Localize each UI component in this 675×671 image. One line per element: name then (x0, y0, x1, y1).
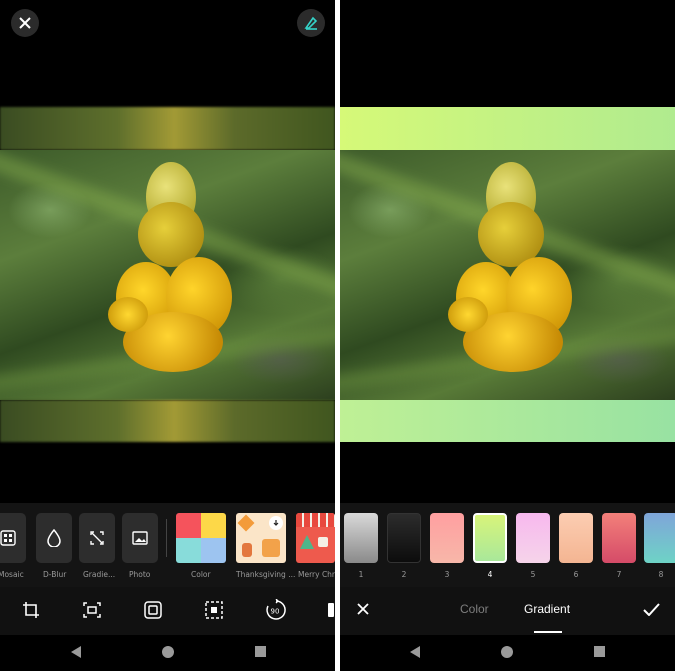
gradient-swatch-1[interactable] (344, 513, 378, 563)
system-nav-bar (340, 635, 675, 671)
crop-icon (23, 602, 39, 618)
nav-home-button[interactable] (160, 644, 176, 660)
more-icon (327, 603, 334, 617)
gradient-swatch-7-label: 7 (616, 570, 622, 579)
download-icon (269, 516, 283, 530)
more-button[interactable] (326, 602, 335, 618)
gradient-swatch-8[interactable] (644, 513, 675, 563)
bg-thanksgiving-label: Thanksgiving ... (236, 570, 296, 579)
recents-icon (254, 645, 266, 657)
fit-icon (83, 602, 101, 618)
tab-color[interactable]: Color (460, 602, 489, 616)
tool-mosaic[interactable] (0, 513, 26, 563)
dashed-select-icon (205, 601, 223, 619)
gradient-swatch-5-label: 5 (530, 570, 536, 579)
gradient-swatch-8-label: 8 (658, 570, 664, 579)
gradient-background-bottom (340, 400, 675, 442)
gradient-swatch-3-label: 3 (444, 570, 450, 579)
photo[interactable] (340, 150, 675, 400)
nav-back-button[interactable] (408, 645, 422, 659)
gradient-swatch-2[interactable] (387, 513, 421, 563)
left-screen: Mosaic D-Blur Gradie... Photo Color Than… (0, 0, 335, 671)
background-tools-bar: Mosaic D-Blur Gradie... Photo Color Than… (0, 503, 335, 587)
close-icon (357, 603, 369, 615)
confirm-button[interactable] (642, 601, 660, 617)
gradient-swatch-7[interactable] (602, 513, 636, 563)
tool-gradient[interactable] (79, 513, 115, 563)
tab-indicator (534, 631, 562, 633)
tool-gradient-label: Gradie... (83, 570, 116, 579)
nav-home-button[interactable] (499, 644, 515, 660)
bg-merry-christmas-thumb[interactable] (296, 513, 335, 563)
blurred-background-top (0, 107, 335, 150)
gradient-swatch-5[interactable] (516, 513, 550, 563)
frame-button[interactable] (142, 599, 164, 621)
bg-color-thumb[interactable] (176, 513, 226, 563)
gradient-swatch-3[interactable] (430, 513, 464, 563)
gradient-swatch-2-label: 2 (401, 570, 407, 579)
gradient-swatch-6-label: 6 (573, 570, 579, 579)
recents-icon (593, 645, 605, 657)
gradient-background-top (340, 107, 675, 150)
gradient-swatch-6[interactable] (559, 513, 593, 563)
close-icon (19, 17, 31, 29)
gradient-swatch-1-label: 1 (358, 570, 364, 579)
nav-recents-button[interactable] (254, 645, 266, 657)
check-icon (642, 602, 660, 616)
tab-gradient[interactable]: Gradient (524, 602, 570, 616)
select-button[interactable] (203, 599, 225, 621)
mosaic-icon (0, 530, 16, 546)
edit-toolbar: 90 (0, 587, 335, 635)
svg-text:90: 90 (271, 608, 280, 616)
back-icon (71, 646, 81, 658)
home-icon (162, 646, 174, 658)
image-icon (132, 531, 148, 545)
crop-button[interactable] (20, 599, 42, 621)
drop-icon (47, 529, 61, 547)
expand-icon (90, 531, 104, 545)
divider (166, 519, 167, 557)
tool-d-blur-label: D-Blur (43, 570, 67, 579)
system-nav-bar (0, 635, 335, 671)
gradient-swatches-bar: 1 2 3 4 5 6 7 8 (340, 503, 675, 587)
bg-color-label: Color (191, 570, 211, 579)
edit-button[interactable] (297, 9, 325, 37)
right-screen: 1 2 3 4 5 6 7 8 Color Gradient (340, 0, 675, 671)
bg-thanksgiving-thumb[interactable] (236, 513, 286, 563)
nav-recents-button[interactable] (593, 645, 605, 657)
color-gradient-tabbar (340, 587, 675, 635)
tool-photo[interactable] (122, 513, 158, 563)
cancel-button[interactable] (355, 601, 371, 617)
tool-d-blur[interactable] (36, 513, 72, 563)
blurred-background-bottom (0, 400, 335, 442)
home-icon (501, 646, 513, 658)
flower-image (108, 162, 234, 377)
fit-button[interactable] (81, 599, 103, 621)
flower-image (448, 162, 574, 377)
close-button[interactable] (11, 9, 39, 37)
gradient-swatch-4-label: 4 (487, 570, 493, 579)
tool-mosaic-label: Mosaic (0, 570, 24, 579)
tool-photo-label: Photo (129, 570, 151, 579)
photo[interactable] (0, 150, 335, 400)
rotate-90-icon: 90 (266, 599, 286, 620)
eraser-edit-icon (304, 16, 318, 30)
back-icon (410, 646, 420, 658)
rotate-90-button[interactable]: 90 (264, 598, 288, 622)
nav-back-button[interactable] (69, 645, 83, 659)
gradient-swatch-4-selected[interactable] (473, 513, 507, 563)
frame-icon (144, 601, 162, 619)
bg-merry-christmas-label: Merry Chris (298, 570, 335, 579)
